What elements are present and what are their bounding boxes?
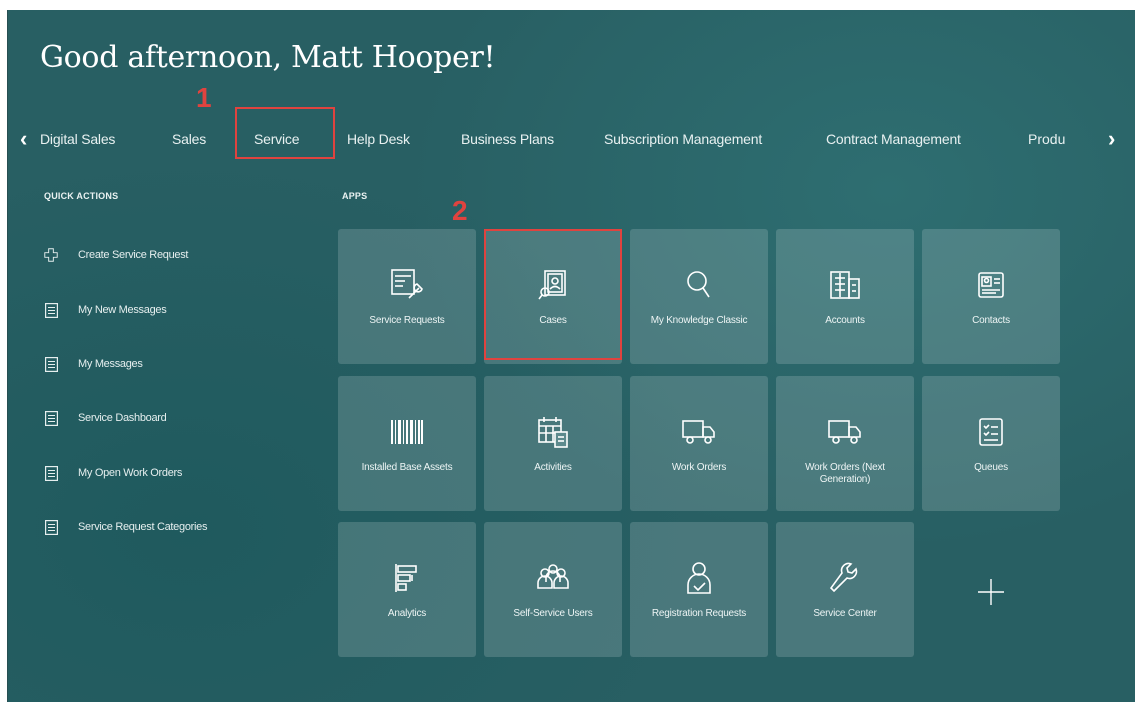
service-tab-highlight [235, 107, 335, 159]
contact-card-icon [976, 265, 1006, 305]
app-tile-label: My Knowledge Classic [650, 315, 748, 326]
chevron-left-icon[interactable]: ‹ [20, 125, 27, 153]
service-requests-icon [389, 265, 425, 305]
tab-sales[interactable]: Sales [172, 131, 206, 147]
cases-tile-highlight [484, 229, 622, 360]
document-icon [44, 519, 58, 535]
plus-icon [976, 572, 1006, 612]
step-1-annotation: 1 [196, 82, 212, 113]
app-tile-label: Work Orders (Next Generation) [805, 462, 885, 485]
quick-action-create-service-request[interactable]: Create Service Request [44, 243, 188, 267]
analytics-icon [392, 558, 422, 598]
truck-icon [681, 412, 717, 452]
app-tile-self-service-users[interactable]: Self-Service Users [484, 522, 622, 657]
quick-action-my-new-messages[interactable]: My New Messages [44, 298, 167, 322]
quick-actions-heading: QUICK ACTIONS [44, 191, 119, 201]
springboard-panel: Good afternoon, Matt Hooper! 1 2 ‹ Digit… [7, 10, 1135, 702]
create-request-icon [44, 247, 58, 263]
app-tile-work-orders-next-generation[interactable]: Work Orders (Next Generation) [776, 376, 914, 511]
app-tile-service-requests[interactable]: Service Requests [338, 229, 476, 364]
app-tile-label: Queues [974, 462, 1008, 473]
app-tile-installed-base-assets[interactable]: Installed Base Assets [338, 376, 476, 511]
step-2-annotation: 2 [452, 195, 468, 226]
truck-icon [827, 412, 863, 452]
app-tile-label: Service Center [813, 608, 877, 619]
user-check-icon [684, 558, 714, 598]
app-tile-work-orders[interactable]: Work Orders [630, 376, 768, 511]
quick-action-label: My Open Work Orders [78, 467, 183, 479]
app-tile-queues[interactable]: Queues [922, 376, 1060, 511]
document-icon [44, 465, 58, 481]
app-tile-service-center[interactable]: Service Center [776, 522, 914, 657]
checklist-icon [977, 412, 1005, 452]
chevron-right-icon[interactable]: › [1108, 125, 1115, 153]
app-tile-label: Activities [534, 462, 572, 473]
document-icon [44, 302, 58, 318]
app-tile-label: Service Requests [369, 315, 445, 326]
greeting-heading: Good afternoon, Matt Hooper! [40, 40, 496, 75]
add-app-button[interactable] [922, 522, 1060, 657]
quick-action-service-request-categories[interactable]: Service Request Categories [44, 515, 207, 539]
building-icon [828, 265, 862, 305]
app-tile-label: Installed Base Assets [361, 462, 453, 473]
app-tile-label: Registration Requests [651, 608, 747, 619]
document-icon [44, 356, 58, 372]
quick-action-label: Create Service Request [78, 249, 189, 261]
tab-business-plans[interactable]: Business Plans [461, 131, 554, 147]
tab-help-desk[interactable]: Help Desk [347, 131, 410, 147]
app-tile-activities[interactable]: Activities [484, 376, 622, 511]
app-tile-label: Self-Service Users [513, 608, 593, 619]
apps-heading: APPS [342, 191, 368, 201]
app-tile-registration-requests[interactable]: Registration Requests [630, 522, 768, 657]
app-tile-accounts[interactable]: Accounts [776, 229, 914, 364]
barcode-icon [390, 412, 424, 452]
calendar-icon [536, 412, 570, 452]
app-tile-label: Contacts [972, 315, 1010, 326]
tab-subscription-management[interactable]: Subscription Management [604, 131, 762, 147]
app-tile-label: Work Orders [671, 462, 727, 473]
wrench-icon [828, 558, 862, 598]
app-tile-analytics[interactable]: Analytics [338, 522, 476, 657]
users-icon [534, 558, 572, 598]
page-top-strip [0, 0, 1144, 10]
quick-action-my-messages[interactable]: My Messages [44, 352, 143, 376]
app-tile-label: Accounts [825, 315, 865, 326]
tab-digital-sales[interactable]: Digital Sales [40, 131, 115, 147]
quick-action-label: My New Messages [78, 304, 167, 316]
quick-action-my-open-work-orders[interactable]: My Open Work Orders [44, 461, 182, 485]
quick-action-service-dashboard[interactable]: Service Dashboard [44, 406, 167, 430]
document-icon [44, 410, 58, 426]
quick-action-label: Service Request Categories [78, 521, 208, 533]
tab-contract-management[interactable]: Contract Management [826, 131, 961, 147]
app-tile-my-knowledge-classic[interactable]: My Knowledge Classic [630, 229, 768, 364]
nav-tab-strip: ‹ Digital Sales Sales Service Help Desk … [8, 123, 1135, 159]
tab-products[interactable]: Produ [1028, 131, 1092, 147]
search-icon [684, 265, 714, 305]
app-tile-label: Analytics [387, 608, 427, 619]
quick-action-label: My Messages [78, 358, 143, 370]
quick-action-label: Service Dashboard [78, 412, 167, 424]
app-tile-contacts[interactable]: Contacts [922, 229, 1060, 364]
